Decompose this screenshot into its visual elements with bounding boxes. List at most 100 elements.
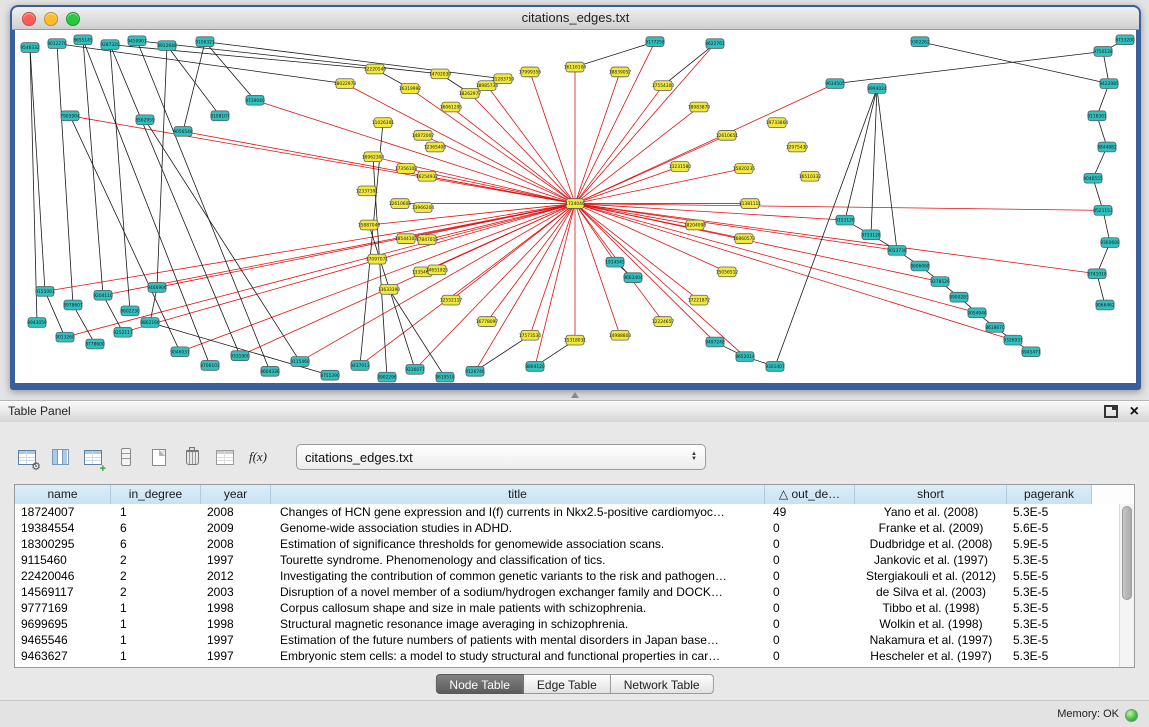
graph-node[interactable]: 15318031	[564, 335, 587, 345]
graph-node[interactable]: 11026301	[372, 118, 395, 128]
close-panel-icon[interactable]: ×	[1130, 404, 1139, 420]
graph-node[interactable]: 9546332	[20, 43, 40, 53]
graph-node[interactable]: 8604336	[260, 366, 280, 376]
graph-node[interactable]: 16962304	[362, 152, 385, 162]
graph-node[interactable]: 17573530	[519, 330, 542, 340]
graph-node[interactable]: 8943059	[27, 318, 47, 328]
graph-node[interactable]: 8562959	[135, 115, 155, 125]
function-builder-button[interactable]: f(x)	[245, 444, 271, 470]
table-row[interactable]: 1830029562008Estimation of significance …	[15, 536, 1119, 552]
graph-node[interactable]: 9013260	[55, 332, 75, 342]
graph-node[interactable]: 16510332	[799, 171, 822, 181]
graph-node[interactable]: 9115460	[290, 357, 310, 367]
graph-node[interactable]: 1914545	[605, 257, 625, 267]
graph-node[interactable]: 9066462	[1095, 300, 1115, 310]
network-canvas[interactable]: 1724046161161041883905717554300189838791…	[15, 30, 1136, 383]
graph-node[interactable]: 13633390	[378, 285, 401, 295]
graph-node[interactable]: 9739040	[245, 95, 265, 105]
column-header-in-degree[interactable]: in_degree	[111, 485, 201, 504]
graph-node[interactable]: 9204110	[93, 290, 113, 300]
graph-node[interactable]: 1724046	[565, 199, 585, 209]
graph-node[interactable]: 8521153	[1093, 206, 1113, 216]
graph-node[interactable]: 16778097	[476, 317, 499, 327]
graph-node[interactable]: 9450907	[127, 36, 147, 46]
table-row[interactable]: 946362711997Embryonic stem cells: a mode…	[15, 648, 1119, 664]
graph-node[interactable]: 9437013	[350, 361, 370, 371]
tab-edge-table[interactable]: Edge Table	[524, 674, 611, 694]
graph-node[interactable]: 9331900	[230, 351, 250, 361]
graph-node[interactable]: 8606068	[910, 261, 930, 271]
vertical-scrollbar[interactable]	[1119, 504, 1134, 667]
graph-node[interactable]: 8422985	[1099, 79, 1119, 89]
graph-node[interactable]: 8733128	[861, 230, 881, 240]
graph-node[interactable]: 13966204	[412, 203, 435, 213]
graph-node[interactable]: 18022978	[334, 79, 357, 89]
graph-node[interactable]: 9466906	[147, 283, 167, 293]
graph-node[interactable]: 8108107	[210, 111, 230, 121]
graph-node[interactable]: 12610605	[389, 199, 412, 209]
graph-node[interactable]: 9106321	[195, 37, 215, 47]
column-header-year[interactable]: year	[201, 485, 271, 504]
graph-node[interactable]: 19733864	[766, 118, 789, 128]
graph-node[interactable]: 11381111	[739, 199, 762, 209]
graph-node[interactable]: 8900283	[949, 292, 969, 302]
graph-node[interactable]: 8912648	[157, 41, 177, 51]
graph-node[interactable]: 18839057	[609, 67, 632, 77]
show-columns-button[interactable]	[47, 444, 73, 470]
graph-node[interactable]: 8619518	[435, 372, 455, 382]
graph-node[interactable]: 9177258	[645, 37, 665, 47]
column-header-name[interactable]: name	[15, 485, 111, 504]
close-window-button[interactable]	[22, 12, 36, 26]
graph-node[interactable]: 17554300	[652, 81, 675, 91]
graph-node[interactable]: 9118301	[1087, 111, 1107, 121]
table-source-dropdown[interactable]: citations_edges.txt ▲▼	[296, 444, 706, 470]
graph-node[interactable]: 16061295	[440, 102, 463, 112]
graph-node[interactable]: 8994024	[867, 84, 887, 94]
graph-node[interactable]: 8652014	[735, 352, 755, 362]
graph-node[interactable]: 13231580	[669, 162, 692, 172]
float-panel-icon[interactable]	[1104, 405, 1118, 418]
table-row[interactable]: 1456911722003Disruption of a novel membe…	[15, 584, 1119, 600]
graph-node[interactable]: 12610651	[716, 130, 739, 140]
graph-node[interactable]: 8978607	[63, 300, 83, 310]
graph-node[interactable]: 14872007	[412, 130, 435, 140]
table-row[interactable]: 977716911998Corpus callosum shape and si…	[15, 600, 1119, 616]
graph-node[interactable]: 18983879	[688, 102, 711, 112]
graph-node[interactable]: 17999356	[519, 67, 542, 77]
new-table-button[interactable]	[146, 444, 172, 470]
graph-node[interactable]: 9497248	[705, 337, 725, 347]
graph-node[interactable]: 8706103	[200, 361, 220, 371]
graph-node[interactable]: 12552117	[440, 295, 463, 305]
graph-node[interactable]: 17356108	[395, 164, 418, 174]
graph-node[interactable]: 9302262	[910, 37, 930, 47]
divider-handle[interactable]	[571, 392, 579, 398]
graph-node[interactable]: 8862166	[140, 318, 160, 328]
graph-node[interactable]: 14702039	[429, 69, 452, 79]
network-graph[interactable]: 1724046161161041883905717554300189838791…	[15, 30, 1136, 383]
graph-node[interactable]: 17847015	[416, 235, 439, 245]
zoom-window-button[interactable]	[66, 12, 80, 26]
graph-node[interactable]: 9252117	[113, 327, 133, 337]
table-row[interactable]: 946554611997Estimation of the future num…	[15, 632, 1119, 648]
graph-node[interactable]: 9634505	[825, 79, 845, 89]
graph-node[interactable]: 9750128	[1093, 47, 1113, 57]
window-titlebar[interactable]: citations_edges.txt	[12, 7, 1139, 30]
graph-node[interactable]: 9046037	[170, 347, 190, 357]
graph-node[interactable]: 9663404	[623, 273, 643, 283]
graph-node[interactable]: 8655145	[73, 35, 93, 45]
graph-node[interactable]: 15056512	[716, 267, 739, 277]
graph-node[interactable]: 17097071	[366, 254, 389, 264]
graph-node[interactable]: 17221872	[688, 295, 711, 305]
column-header-out-degree[interactable]: △ out_de…	[765, 485, 855, 504]
graph-node[interactable]: 16860573	[733, 234, 756, 244]
graph-node[interactable]: 9126746	[465, 366, 485, 376]
graph-node[interactable]: 18204098	[684, 220, 707, 230]
graph-node[interactable]: 9056548	[173, 127, 193, 137]
graph-node[interactable]: 11283759	[492, 74, 515, 84]
column-header-pagerank[interactable]: pagerank	[1007, 485, 1092, 504]
delete-column-button[interactable]	[179, 444, 205, 470]
table-row[interactable]: 969969511998Structural magnetic resonanc…	[15, 616, 1119, 632]
graph-node[interactable]: 15820235	[733, 164, 756, 174]
table-mode-button[interactable]: ⚙	[14, 444, 40, 470]
table-row[interactable]: 1872400712008Changes of HCN gene express…	[15, 504, 1119, 520]
